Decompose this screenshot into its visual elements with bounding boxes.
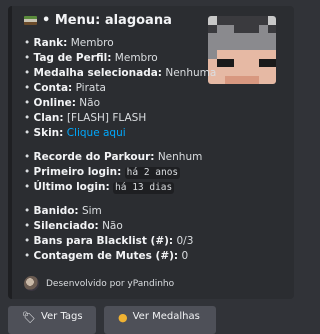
field-label: Skin: [33,127,64,139]
field-value: Não [75,97,100,109]
field-label: Bans para Blacklist (#): [33,235,174,247]
field-label: Rank: [33,37,68,49]
field-last-login: • Último login: há 13 dias [24,181,175,194]
view-medals-button[interactable]: ● Ver Medalhas [104,306,216,334]
field-label: Último login: [33,181,110,193]
skin-thumbnail[interactable] [208,16,276,84]
timestamp-last-login[interactable]: há 13 dias [113,182,175,194]
field-value: [FLASH] FLASH [63,112,147,124]
embed-title-row: • Menu: alagoana [24,13,172,28]
field-online: • Online: Não [24,97,100,109]
field-label: Conta: [33,82,73,94]
field-value: Membro [111,52,158,64]
field-label: Medalha selecionada: [33,67,163,79]
timestamp-first-login[interactable]: há 2 anos [124,167,181,179]
footer-text: Desenvolvido por yPandinho [46,278,175,289]
field-label: Banido: [33,205,79,217]
field-value: Nenhum [154,151,203,163]
view-tags-button[interactable]: 🏷 Ver Tags [8,306,96,334]
field-skin: • Skin: Clique aqui [24,127,126,139]
field-label: Tag de Perfil: [33,52,112,64]
field-value: Pirata [72,82,106,94]
field-value: Sim [78,205,102,217]
field-value: Não [98,220,123,232]
field-label: Primeiro login: [33,166,122,178]
field-label: Recorde do Parkour: [33,151,155,163]
field-medal: • Medalha selecionada: Nenhuma [24,67,217,79]
field-tag: • Tag de Perfil: Membro [24,52,158,64]
flag-icon [24,16,37,25]
field-banned: • Banido: Sim [24,205,102,217]
field-clan: • Clan: [FLASH] FLASH [24,112,147,124]
field-value: 0 [178,250,189,262]
field-muted: • Silenciado: Não [24,220,123,232]
field-account: • Conta: Pirata [24,82,106,94]
field-rank: • Rank: Membro [24,37,114,49]
field-label: Clan: [33,112,64,124]
field-label: Silenciado: [33,220,99,232]
field-first-login: • Primeiro login: há 2 anos [24,166,181,179]
field-value: Membro [67,37,114,49]
tag-icon: 🏷 [22,311,36,324]
embed-footer: Desenvolvido por yPandinho [24,276,174,291]
profile-fields: • Rank: Membro • Tag de Perfil: Membro •… [24,36,216,264]
footer-avatar-icon [24,276,39,291]
skin-link[interactable]: Clique aqui [67,127,126,139]
medal-icon: ● [118,311,128,324]
field-mutes: • Contagem de Mutes (#): 0 [24,250,189,262]
view-tags-label: Ver Tags [40,311,83,322]
field-blacklist: • Bans para Blacklist (#): 0/3 [24,235,194,247]
field-label: Online: [33,97,76,109]
view-medals-label: Ver Medalhas [132,311,200,322]
field-value: 0/3 [173,235,194,247]
field-parkour: • Recorde do Parkour: Nenhum [24,151,203,163]
field-value: Nenhuma [162,67,217,79]
embed-title: • Menu: alagoana [42,13,172,28]
profile-embed: • Menu: alagoana • Rank: Membro • Tag de… [8,6,294,299]
embed-accent-bar [8,6,12,299]
field-label: Contagem de Mutes (#): [33,250,179,262]
